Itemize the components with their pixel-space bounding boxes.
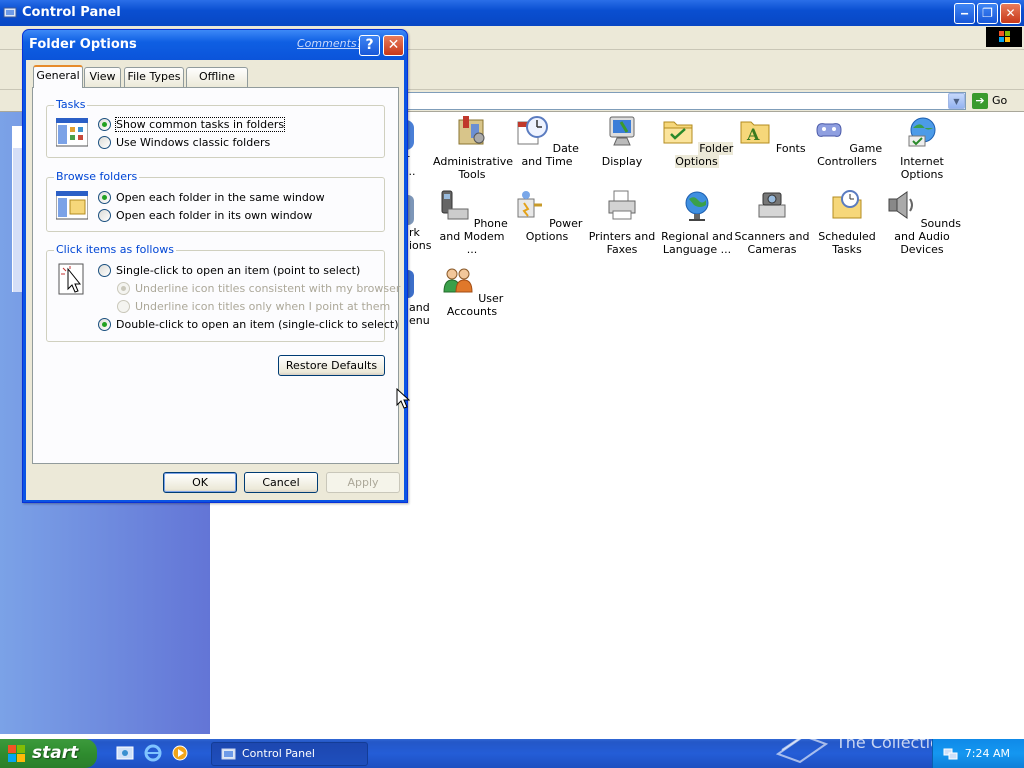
clock[interactable]: 7:24 AM — [965, 747, 1010, 760]
mouse-cursor-icon — [396, 388, 410, 409]
dialog-close-button[interactable]: ✕ — [383, 35, 404, 56]
regional-language-icon — [685, 191, 709, 221]
show-desktop-icon[interactable] — [116, 744, 134, 762]
help-button[interactable]: ? — [359, 35, 380, 56]
cp-item-fonts[interactable]: A Fonts — [733, 114, 811, 155]
tasks-classic-label[interactable]: Use Windows classic folders — [116, 136, 270, 149]
address-dropdown-button[interactable]: ▼ — [948, 93, 965, 109]
windows-logo-icon — [986, 27, 1022, 47]
tasks-view-icon — [56, 118, 88, 147]
cp-item-phone-and-modem[interactable]: Phone and Modem ... — [433, 189, 511, 256]
click-double-label[interactable]: Double-click to open an item (single-cli… — [116, 318, 398, 331]
comments-link[interactable]: Comments? — [297, 37, 362, 51]
control-panel-titlebar[interactable]: Control Panel — [0, 0, 1024, 26]
control-panel-window-icon — [3, 7, 17, 18]
browse-own-window-radio[interactable] — [98, 209, 111, 222]
restore-defaults-button[interactable]: Restore Defaults — [278, 355, 385, 376]
browse-own-window-label[interactable]: Open each folder in its own window — [116, 209, 312, 222]
clipped-item-label: rk ions — [409, 226, 432, 252]
folder-options-dialog: Folder Options Comments? ? ✕ General Vie… — [22, 29, 408, 503]
cp-item-display[interactable]: Display — [583, 114, 661, 168]
tab-view[interactable]: View — [84, 67, 121, 87]
clipped-item-label: and enu — [409, 301, 430, 327]
media-player-icon[interactable] — [171, 744, 189, 762]
click-single-label[interactable]: Single-click to open an item (point to s… — [116, 264, 360, 277]
cancel-button[interactable]: Cancel — [244, 472, 318, 493]
go-arrow-icon: ➔ — [972, 93, 988, 109]
click-double-radio[interactable] — [98, 318, 111, 331]
underline-browser-label: Underline icon titles consistent with my… — [135, 282, 401, 295]
taskbar-control-panel-icon — [221, 748, 236, 760]
address-input[interactable] — [400, 92, 966, 110]
cp-item-scheduled-tasks[interactable]: Scheduled Tasks — [808, 189, 886, 256]
browse-same-window-radio[interactable] — [98, 191, 111, 204]
network-tray-icon[interactable] — [942, 745, 958, 761]
taskbar-item-label: Control Panel — [242, 747, 315, 760]
browse-folders-group — [46, 177, 385, 232]
click-single-radio[interactable] — [98, 264, 111, 277]
cp-item-date-and-time[interactable]: Date and Time — [508, 114, 586, 168]
start-label: start — [32, 743, 79, 763]
browse-same-window-label[interactable]: Open each folder in the same window — [116, 191, 325, 204]
internet-options-icon — [908, 117, 936, 147]
cp-item-printers-and-faxes[interactable]: Printers and Faxes — [583, 189, 661, 256]
scanners-cameras-icon — [758, 192, 786, 218]
restore-button[interactable]: ❐ — [977, 3, 998, 24]
svg-text:A: A — [746, 125, 760, 144]
tab-general[interactable]: General — [33, 65, 83, 88]
game-controllers-icon — [816, 123, 842, 137]
underline-point-label: Underline icon titles only when I point … — [135, 300, 391, 313]
underline-point-radio — [117, 300, 130, 313]
power-options-icon — [517, 191, 542, 218]
tasks-show-common-label[interactable]: Show common tasks in folders — [114, 117, 286, 132]
fonts-icon: A — [740, 121, 770, 144]
tab-file-types[interactable]: File Types — [124, 67, 184, 87]
go-label: Go — [992, 94, 1008, 107]
tasks-show-common-radio[interactable] — [98, 118, 111, 131]
folder-options-icon — [663, 121, 693, 144]
user-accounts-icon — [443, 268, 473, 293]
cp-item-power-options[interactable]: Power Options — [508, 189, 586, 243]
go-button[interactable]: ➔ Go — [972, 92, 1022, 110]
minimize-button[interactable]: ‒ — [954, 3, 975, 24]
cp-item-game-controllers[interactable]: Game Controllers — [808, 114, 886, 168]
cp-item-regional-and-language[interactable]: Regional and Language ... — [658, 189, 736, 256]
ok-button[interactable]: OK — [163, 472, 237, 493]
tasks-classic-radio[interactable] — [98, 136, 111, 149]
printers-faxes-icon — [608, 190, 636, 220]
browse-folders-icon — [56, 191, 88, 220]
watermark-book-icon — [775, 733, 829, 764]
tab-offline-files[interactable]: Offline Files — [186, 67, 248, 101]
sounds-audio-icon — [888, 191, 914, 219]
windows-flag-icon — [8, 745, 25, 762]
cp-item-scanners-and-cameras[interactable]: Scanners and Cameras — [733, 189, 811, 256]
scheduled-tasks-icon — [832, 190, 862, 219]
close-window-button[interactable]: ✕ — [1000, 3, 1021, 24]
click-items-group-label: Click items as follows — [54, 243, 176, 256]
internet-explorer-icon[interactable] — [144, 744, 162, 762]
dialog-title: Folder Options — [29, 37, 137, 52]
cp-item-user-accounts[interactable]: User Accounts — [433, 264, 511, 318]
cp-item-folder-options[interactable]: Folder Options — [658, 114, 736, 168]
administrative-tools-icon — [458, 116, 485, 145]
phone-modem-icon — [441, 190, 469, 220]
cp-item-sounds-and-audio[interactable]: Sounds and Audio Devices — [883, 189, 961, 256]
cp-item-administrative-tools[interactable]: Administrative Tools — [433, 114, 513, 181]
tasks-group — [46, 105, 385, 158]
underline-browser-radio — [117, 282, 130, 295]
date-time-icon — [517, 116, 549, 145]
cp-item-internet-options[interactable]: Internet Options — [883, 114, 961, 181]
browse-folders-group-label: Browse folders — [54, 170, 140, 183]
window-title: Control Panel — [22, 5, 121, 20]
click-pointer-icon — [58, 263, 84, 295]
display-icon — [609, 116, 635, 146]
apply-button: Apply — [326, 472, 400, 493]
tasks-group-label: Tasks — [54, 98, 88, 111]
